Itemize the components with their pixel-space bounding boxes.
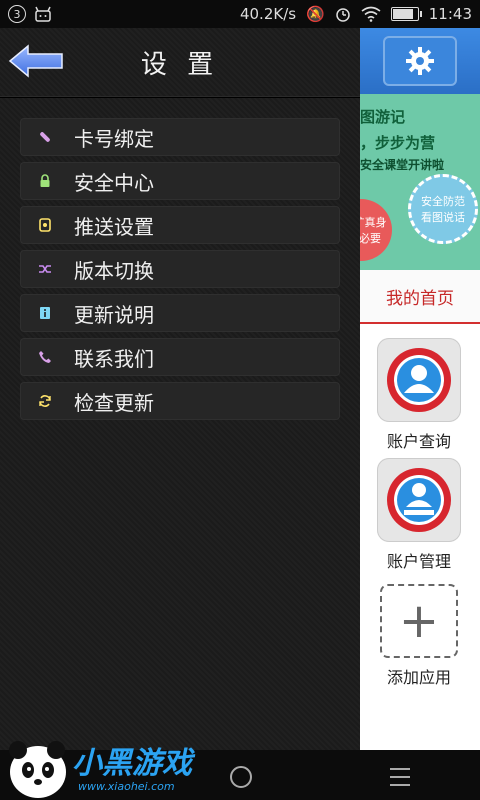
watermark: 小黑游戏 www.xiaohei.com bbox=[0, 730, 200, 800]
settings-drawer: 设 置 卡号绑定 安全中心 推送设置 版本切换 更新说明 联系我们 检查更新 bbox=[0, 28, 360, 750]
menu-item-security-center[interactable]: 安全中心 bbox=[20, 162, 340, 200]
account-management-icon bbox=[377, 458, 461, 542]
banner-line-3: 安全课堂开讲啦 bbox=[360, 158, 445, 172]
wifi-icon bbox=[361, 6, 381, 22]
tab-title: 我的首页 bbox=[386, 288, 454, 309]
link-icon bbox=[38, 130, 52, 144]
app-label: 添加应用 bbox=[386, 668, 451, 687]
refresh-icon bbox=[38, 394, 52, 408]
settings-button[interactable] bbox=[383, 36, 457, 86]
battery-icon bbox=[390, 7, 422, 21]
home-content-panel: 图游记 ，步步为营 安全课堂开讲啦 安全防范 看图说话 扩真身 必要 我的首页 … bbox=[360, 28, 480, 750]
menu-item-version-switch[interactable]: 版本切换 bbox=[20, 250, 340, 288]
banner-bubble-left: 扩真身 必要 bbox=[360, 199, 392, 261]
watermark-url: www.xiaohei.com bbox=[78, 780, 175, 793]
drawer-header: 设 置 bbox=[0, 28, 360, 97]
menu-item-label: 卡号绑定 bbox=[74, 126, 154, 151]
clock: 11:43 bbox=[428, 5, 472, 23]
back-button[interactable] bbox=[8, 44, 64, 78]
alarm-icon bbox=[336, 8, 350, 22]
back-arrow-icon bbox=[8, 44, 63, 78]
menu-item-update-notes[interactable]: 更新说明 bbox=[20, 294, 340, 332]
app-account-query[interactable]: 账户查询 bbox=[374, 338, 464, 452]
panda-logo-icon bbox=[9, 741, 66, 798]
menu-item-label: 联系我们 bbox=[74, 346, 154, 371]
menu-item-label: 推送设置 bbox=[74, 214, 154, 239]
menu-item-check-update[interactable]: 检查更新 bbox=[20, 382, 340, 420]
home-header bbox=[360, 28, 480, 94]
shuffle-icon bbox=[38, 262, 52, 276]
info-icon bbox=[38, 306, 52, 320]
app-label: 账户查询 bbox=[386, 432, 451, 451]
app-add-application[interactable]: + 添加应用 bbox=[374, 584, 464, 688]
app-label: 账户管理 bbox=[386, 552, 451, 571]
tab-my-home[interactable]: 我的首页 bbox=[360, 270, 480, 324]
menu-item-label: 检查更新 bbox=[74, 390, 154, 415]
status-bar: 3 40.2K/s 🔕 11:43 bbox=[0, 0, 480, 28]
banner-line-2: ，步步为营 bbox=[360, 134, 436, 152]
app-account-management[interactable]: 账户管理 bbox=[374, 458, 464, 572]
add-icon: + bbox=[380, 584, 458, 658]
menu-item-card-binding[interactable]: 卡号绑定 bbox=[20, 118, 340, 156]
android-icon bbox=[35, 6, 51, 22]
gear-icon bbox=[406, 47, 434, 75]
push-icon bbox=[38, 218, 52, 232]
menu-item-label: 安全中心 bbox=[74, 170, 154, 195]
menu-nav-icon[interactable] bbox=[390, 768, 410, 786]
notification-count-badge: 3 bbox=[8, 5, 26, 23]
menu-item-label: 版本切换 bbox=[74, 258, 154, 283]
lock-icon bbox=[38, 174, 52, 188]
settings-menu: 卡号绑定 安全中心 推送设置 版本切换 更新说明 联系我们 检查更新 bbox=[20, 118, 340, 426]
menu-item-push-settings[interactable]: 推送设置 bbox=[20, 206, 340, 244]
watermark-text: 小黑游戏 bbox=[72, 746, 192, 781]
home-nav-icon[interactable] bbox=[230, 766, 252, 788]
banner-bubble-right: 安全防范 看图说话 bbox=[408, 174, 478, 244]
promo-banner[interactable]: 图游记 ，步步为营 安全课堂开讲啦 安全防范 看图说话 扩真身 必要 bbox=[360, 94, 480, 270]
menu-item-label: 更新说明 bbox=[74, 302, 154, 327]
network-speed: 40.2K/s bbox=[239, 5, 297, 23]
phone-icon bbox=[38, 350, 52, 364]
banner-line-1: 图游记 bbox=[360, 108, 406, 126]
mute-icon: 🔕 bbox=[306, 5, 325, 23]
menu-item-contact-us[interactable]: 联系我们 bbox=[20, 338, 340, 376]
account-query-icon bbox=[377, 338, 461, 422]
